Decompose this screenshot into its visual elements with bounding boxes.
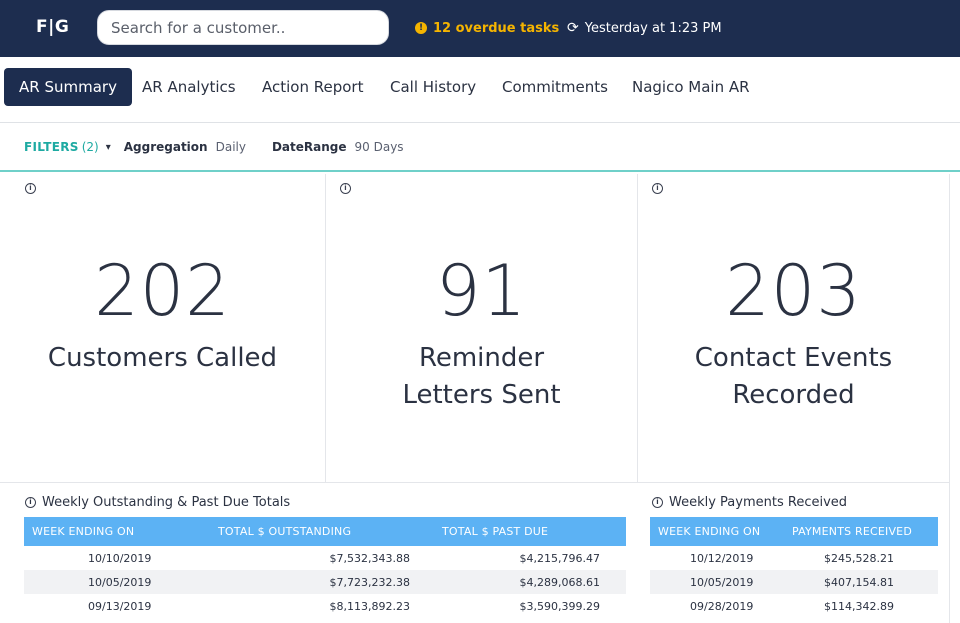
info-icon[interactable]: i [25, 497, 36, 508]
tab-call-history[interactable]: Call History [390, 68, 476, 106]
tab-nagico-main-ar[interactable]: Nagico Main AR [632, 68, 750, 106]
column-header[interactable]: TOTAL $ PAST DUE [434, 517, 626, 546]
kpi-reminder-letters: i 91 Reminder Letters Sent [326, 174, 638, 483]
warning-icon: ! [415, 22, 427, 34]
payments-title-text: Weekly Payments Received [669, 495, 848, 510]
table-cell: $3,590,399.29 [519, 599, 600, 613]
column-header[interactable]: WEEK ENDING ON [24, 517, 210, 546]
daterange-value[interactable]: 90 Days [355, 140, 404, 154]
table-row[interactable]: 10/10/2019 $7,532,343.88 $4,215,796.47 [24, 546, 626, 570]
overdue-tasks-text: 12 overdue tasks [433, 20, 560, 36]
customer-search[interactable] [97, 10, 389, 45]
table-cell: $407,154.81 [784, 570, 938, 594]
table-cell: $245,528.21 [824, 551, 894, 565]
top-bar: F|G ! 12 overdue tasks ⟳ Yesterday at 1:… [0, 0, 960, 57]
filter-bar: FILTERS (2) ▾ Aggregation Daily DateRang… [0, 124, 960, 172]
kpi-value: 202 [94, 250, 231, 332]
table-row[interactable]: 09/28/2019 $114,342.89 [650, 594, 938, 618]
kpi-label: Reminder Letters Sent [402, 343, 561, 410]
table-row[interactable]: 10/05/2019 $407,154.81 [650, 570, 938, 594]
kpi-label: Contact Events Recorded [694, 343, 893, 410]
sync-time: Yesterday at 1:23 PM [584, 20, 722, 36]
refresh-icon: ⟳ [567, 20, 579, 36]
table-cell: $4,289,068.61 [434, 570, 626, 594]
tab-action-report[interactable]: Action Report [262, 68, 363, 106]
tab-ar-analytics[interactable]: AR Analytics [142, 68, 236, 106]
table-cell: 10/10/2019 [88, 551, 152, 565]
outstanding-table: WEEK ENDING ON TOTAL $ OUTSTANDING TOTAL… [24, 517, 626, 618]
info-icon[interactable]: i [652, 183, 663, 194]
table-cell: $114,342.89 [824, 599, 894, 613]
kpi-label: Customers Called [47, 343, 278, 373]
payments-panel: i Weekly Payments Received WEEK ENDING O… [638, 483, 950, 623]
table-cell: 10/12/2019 [690, 551, 754, 565]
column-header[interactable]: PAYMENTS RECEIVED [784, 517, 938, 546]
table-cell: 10/05/2019 [650, 570, 784, 594]
aggregation-label: Aggregation [123, 140, 208, 154]
kpi-contact-events: i 203 Contact Events Recorded [638, 174, 950, 483]
info-icon[interactable]: i [25, 183, 36, 194]
table-row[interactable]: 10/05/2019 $7,723,232.38 $4,289,068.61 [24, 570, 626, 594]
table-cell: $4,215,796.47 [519, 551, 600, 565]
outstanding-title-text: Weekly Outstanding & Past Due Totals [42, 495, 291, 510]
sync-status[interactable]: ⟳ Yesterday at 1:23 PM [567, 19, 722, 37]
tab-bar: AR Summary AR Analytics Action Report Ca… [0, 57, 960, 123]
payments-title: i Weekly Payments Received [652, 495, 847, 510]
info-icon[interactable]: i [652, 497, 663, 508]
outstanding-panel: i Weekly Outstanding & Past Due Totals W… [0, 483, 638, 623]
table-cell: 10/05/2019 [24, 570, 210, 594]
table-row[interactable]: 09/13/2019 $8,113,892.23 $3,590,399.29 [24, 594, 626, 618]
column-header[interactable]: WEEK ENDING ON [650, 517, 784, 546]
table-cell: 09/28/2019 [690, 599, 754, 613]
app-logo[interactable]: F|G [36, 17, 69, 37]
payments-table: WEEK ENDING ON PAYMENTS RECEIVED 10/12/2… [650, 517, 938, 618]
table-cell: $8,113,892.23 [329, 599, 410, 613]
kpi-customers-called: i 202 Customers Called [0, 174, 326, 483]
overdue-tasks-link[interactable]: ! 12 overdue tasks [415, 19, 559, 37]
tab-ar-summary[interactable]: AR Summary [4, 68, 132, 106]
kpi-value: 91 [435, 250, 528, 332]
tab-commitments[interactable]: Commitments [502, 68, 608, 106]
info-icon[interactable]: i [340, 183, 351, 194]
aggregation-value[interactable]: Daily [216, 140, 246, 154]
filters-count: (2) [81, 140, 99, 154]
outstanding-title: i Weekly Outstanding & Past Due Totals [25, 495, 290, 510]
filters-toggle[interactable]: FILTERS [24, 140, 79, 154]
table-row[interactable]: 10/12/2019 $245,528.21 [650, 546, 938, 570]
column-header[interactable]: TOTAL $ OUTSTANDING [210, 517, 434, 546]
search-input[interactable] [98, 11, 388, 44]
kpi-value: 203 [725, 250, 862, 332]
caret-down-icon[interactable]: ▾ [106, 142, 111, 153]
table-cell: $7,723,232.38 [210, 570, 434, 594]
table-cell: $7,532,343.88 [329, 551, 410, 565]
daterange-label: DateRange [271, 140, 347, 154]
table-cell: 09/13/2019 [88, 599, 152, 613]
